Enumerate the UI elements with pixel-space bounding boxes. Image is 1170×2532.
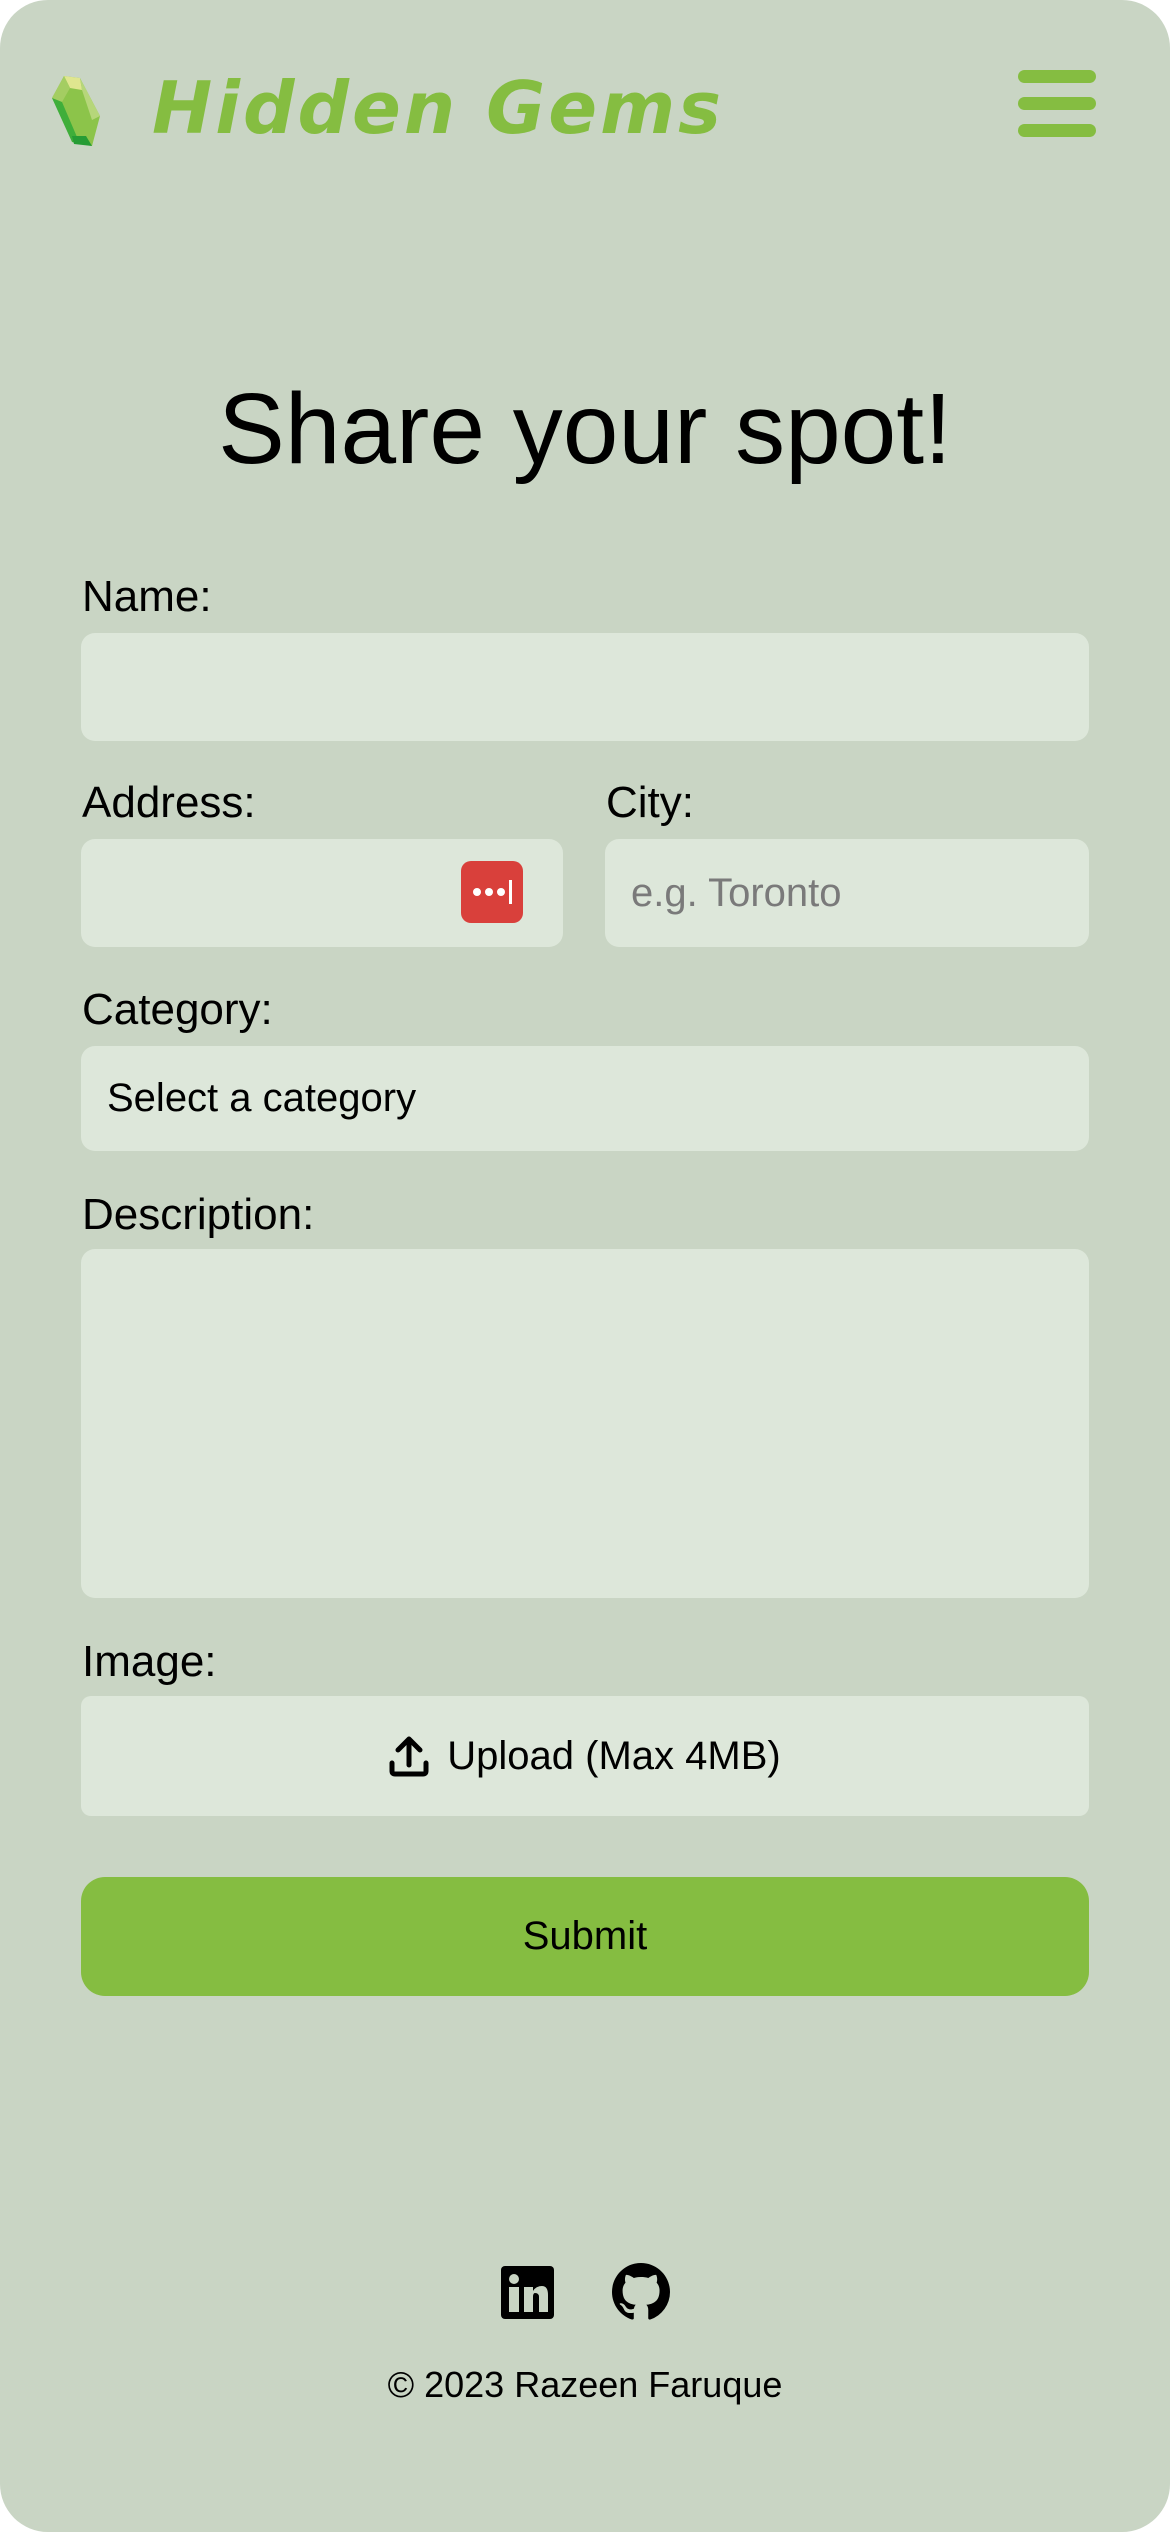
image-label: Image:	[82, 1637, 217, 1686]
upload-icon	[389, 1736, 429, 1777]
page: Hidden Gems Share your spot! Name: Addre…	[0, 0, 1170, 2532]
page-title: Share your spot!	[218, 373, 952, 485]
submit-button[interactable]: Submit	[81, 1877, 1089, 1996]
description-label: Description:	[82, 1190, 315, 1239]
category-selected: Select a category	[107, 1076, 417, 1120]
github-icon[interactable]	[612, 2263, 670, 2321]
name-input[interactable]	[81, 633, 1089, 741]
category-select[interactable]: Select a category	[81, 1046, 1089, 1151]
city-input[interactable]: e.g. Toronto	[605, 839, 1089, 947]
upload-label: Upload (Max 4MB)	[447, 1733, 781, 1778]
hamburger-menu-icon[interactable]	[1018, 70, 1098, 138]
gem-icon	[52, 76, 100, 146]
name-label: Name:	[82, 572, 212, 621]
city-label: City:	[606, 778, 694, 827]
category-label: Category:	[82, 985, 273, 1034]
brand-logo-text[interactable]: Hidden Gems	[152, 66, 724, 150]
copyright-text: © 2023 Razeen Faruque	[387, 2364, 783, 2405]
city-placeholder: e.g. Toronto	[631, 870, 842, 915]
linkedin-icon[interactable]	[501, 2266, 554, 2319]
address-input[interactable]	[81, 839, 563, 947]
description-textarea[interactable]	[81, 1249, 1089, 1598]
password-manager-icon[interactable]	[461, 861, 523, 923]
address-label: Address:	[82, 778, 256, 827]
upload-button[interactable]: Upload (Max 4MB)	[81, 1696, 1089, 1816]
